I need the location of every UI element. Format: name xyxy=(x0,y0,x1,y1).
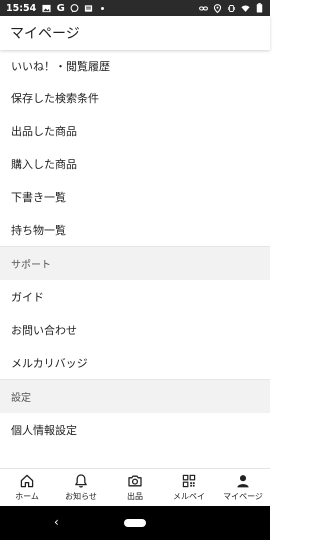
tab-merpay[interactable]: メルペイ xyxy=(162,469,216,506)
page-title: マイページ xyxy=(10,26,80,42)
tab-label: ホーム xyxy=(15,492,39,501)
location-icon xyxy=(213,3,222,13)
menu-item-guide[interactable]: ガイド xyxy=(0,280,270,313)
notification-icons: G xyxy=(42,2,107,14)
chat-icon xyxy=(70,3,79,13)
menu-item-likes-history[interactable]: いいね！・閲覧履歴 xyxy=(0,50,270,81)
menu-item-mercari-badge[interactable]: メルカリバッジ xyxy=(0,346,270,379)
news-icon xyxy=(84,4,93,13)
qr-code-icon xyxy=(182,474,196,488)
system-icons xyxy=(199,3,264,13)
camera-icon xyxy=(128,475,142,487)
menu-item-personal-info[interactable]: 個人情報設定 xyxy=(0,413,270,446)
back-icon[interactable]: ‹ xyxy=(54,515,59,529)
wifi-icon xyxy=(241,4,250,13)
app-bar: マイページ xyxy=(0,16,270,50)
tab-label: マイページ xyxy=(223,492,263,501)
menu-item-purchased-items[interactable]: 購入した商品 xyxy=(0,147,270,180)
menu-item-listed-items[interactable]: 出品した商品 xyxy=(0,114,270,147)
vibrate-icon xyxy=(227,4,236,13)
menu-item-saved-searches[interactable]: 保存した検索条件 xyxy=(0,81,270,114)
bottom-tab-bar: ホーム お知らせ 出品 メルペイ マイページ xyxy=(0,468,270,506)
mypage-menu: いいね！・閲覧履歴 保存した検索条件 出品した商品 購入した商品 下書き一覧 持… xyxy=(0,50,270,468)
status-time: 15:54 xyxy=(6,2,37,14)
home-pill[interactable] xyxy=(124,519,146,527)
google-icon: G xyxy=(56,2,65,14)
tab-label: 出品 xyxy=(127,492,143,501)
tab-mypage[interactable]: マイページ xyxy=(216,469,270,506)
tab-home[interactable]: ホーム xyxy=(0,469,54,506)
tab-label: お知らせ xyxy=(65,492,97,501)
section-header-support: サポート xyxy=(0,246,270,280)
person-icon xyxy=(237,475,249,488)
tab-label: メルペイ xyxy=(173,492,205,501)
link-icon xyxy=(199,4,208,13)
image-icon xyxy=(42,4,51,13)
battery-icon xyxy=(255,3,264,13)
home-icon xyxy=(20,474,34,488)
status-bar: 15:54 G xyxy=(0,0,270,16)
tab-sell[interactable]: 出品 xyxy=(108,469,162,506)
system-nav-bar: ‹ xyxy=(0,506,270,540)
bell-icon xyxy=(75,474,87,488)
tab-notifications[interactable]: お知らせ xyxy=(54,469,108,506)
section-header-settings: 設定 xyxy=(0,379,270,413)
menu-item-drafts[interactable]: 下書き一覧 xyxy=(0,180,270,213)
menu-item-contact[interactable]: お問い合わせ xyxy=(0,313,270,346)
menu-item-belongings[interactable]: 持ち物一覧 xyxy=(0,213,270,246)
dot-icon xyxy=(98,4,107,13)
